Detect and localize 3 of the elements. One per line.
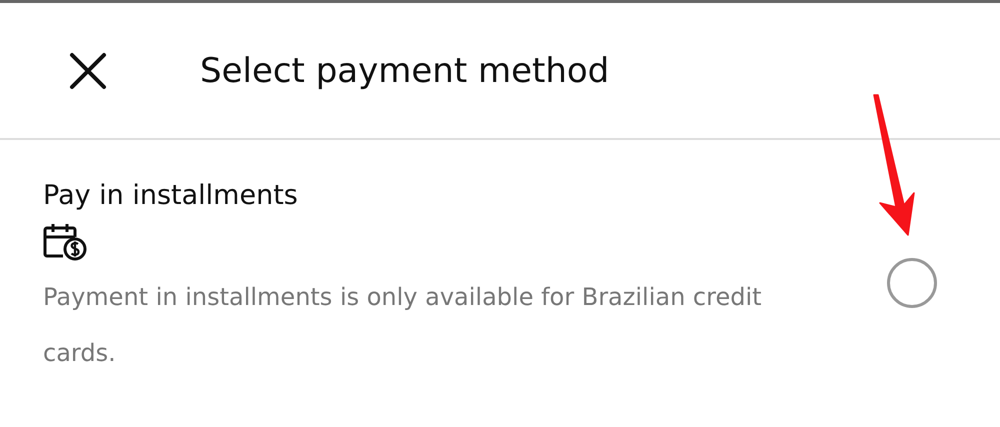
page-title: Select payment method <box>200 50 610 90</box>
option-title: Pay in installments <box>43 180 299 211</box>
option-description: Payment in installments is only available for Brazilian credit cards. <box>43 282 763 369</box>
